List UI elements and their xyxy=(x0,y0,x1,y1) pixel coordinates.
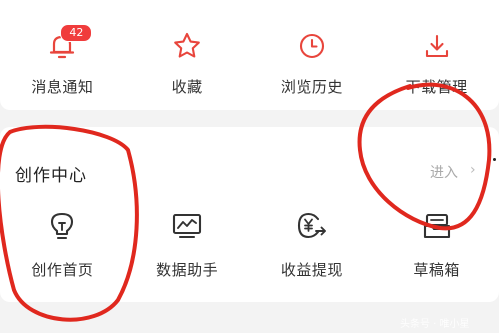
notifications-button[interactable]: 42 消息通知 xyxy=(0,24,125,97)
creator-center-grid: 创作首页 数据助手 收益提现 草稿箱 xyxy=(0,208,499,280)
data-assistant-button[interactable]: 数据助手 xyxy=(125,208,250,280)
notifications-label: 消息通知 xyxy=(31,78,94,96)
quick-actions-grid: 42 消息通知 收藏 浏览历史 下载管理 xyxy=(0,24,499,97)
data-assistant-label: 数据助手 xyxy=(156,261,219,279)
download-icon xyxy=(419,28,455,64)
withdraw-earnings-label: 收益提现 xyxy=(280,261,343,279)
chart-icon xyxy=(169,208,205,244)
withdraw-icon xyxy=(294,208,330,244)
clock-icon xyxy=(294,28,330,64)
downloads-button[interactable]: 下载管理 xyxy=(374,28,499,97)
bell-icon: 42 xyxy=(44,24,93,64)
drafts-icon xyxy=(419,208,455,244)
favorites-label: 收藏 xyxy=(171,78,203,96)
favorites-button[interactable]: 收藏 xyxy=(125,28,250,97)
watermark-text: 头条号 · 唯小星 xyxy=(400,319,470,330)
creator-center-title: 创作中心 xyxy=(15,166,87,186)
notification-count-badge: 42 xyxy=(60,24,93,42)
lightbulb-icon xyxy=(44,208,80,244)
cursor-dot xyxy=(493,158,496,161)
downloads-label: 下载管理 xyxy=(405,78,468,96)
history-label: 浏览历史 xyxy=(280,78,343,96)
history-button[interactable]: 浏览历史 xyxy=(250,28,375,97)
drafts-label: 草稿箱 xyxy=(413,261,460,279)
withdraw-earnings-button[interactable]: 收益提现 xyxy=(250,208,375,280)
creator-home-button[interactable]: 创作首页 xyxy=(0,208,125,280)
creator-home-label: 创作首页 xyxy=(31,261,94,279)
drafts-button[interactable]: 草稿箱 xyxy=(374,208,499,280)
chevron-right-icon[interactable]: › xyxy=(470,162,476,178)
enter-link[interactable]: 进入 xyxy=(430,162,458,182)
star-icon xyxy=(169,28,205,64)
